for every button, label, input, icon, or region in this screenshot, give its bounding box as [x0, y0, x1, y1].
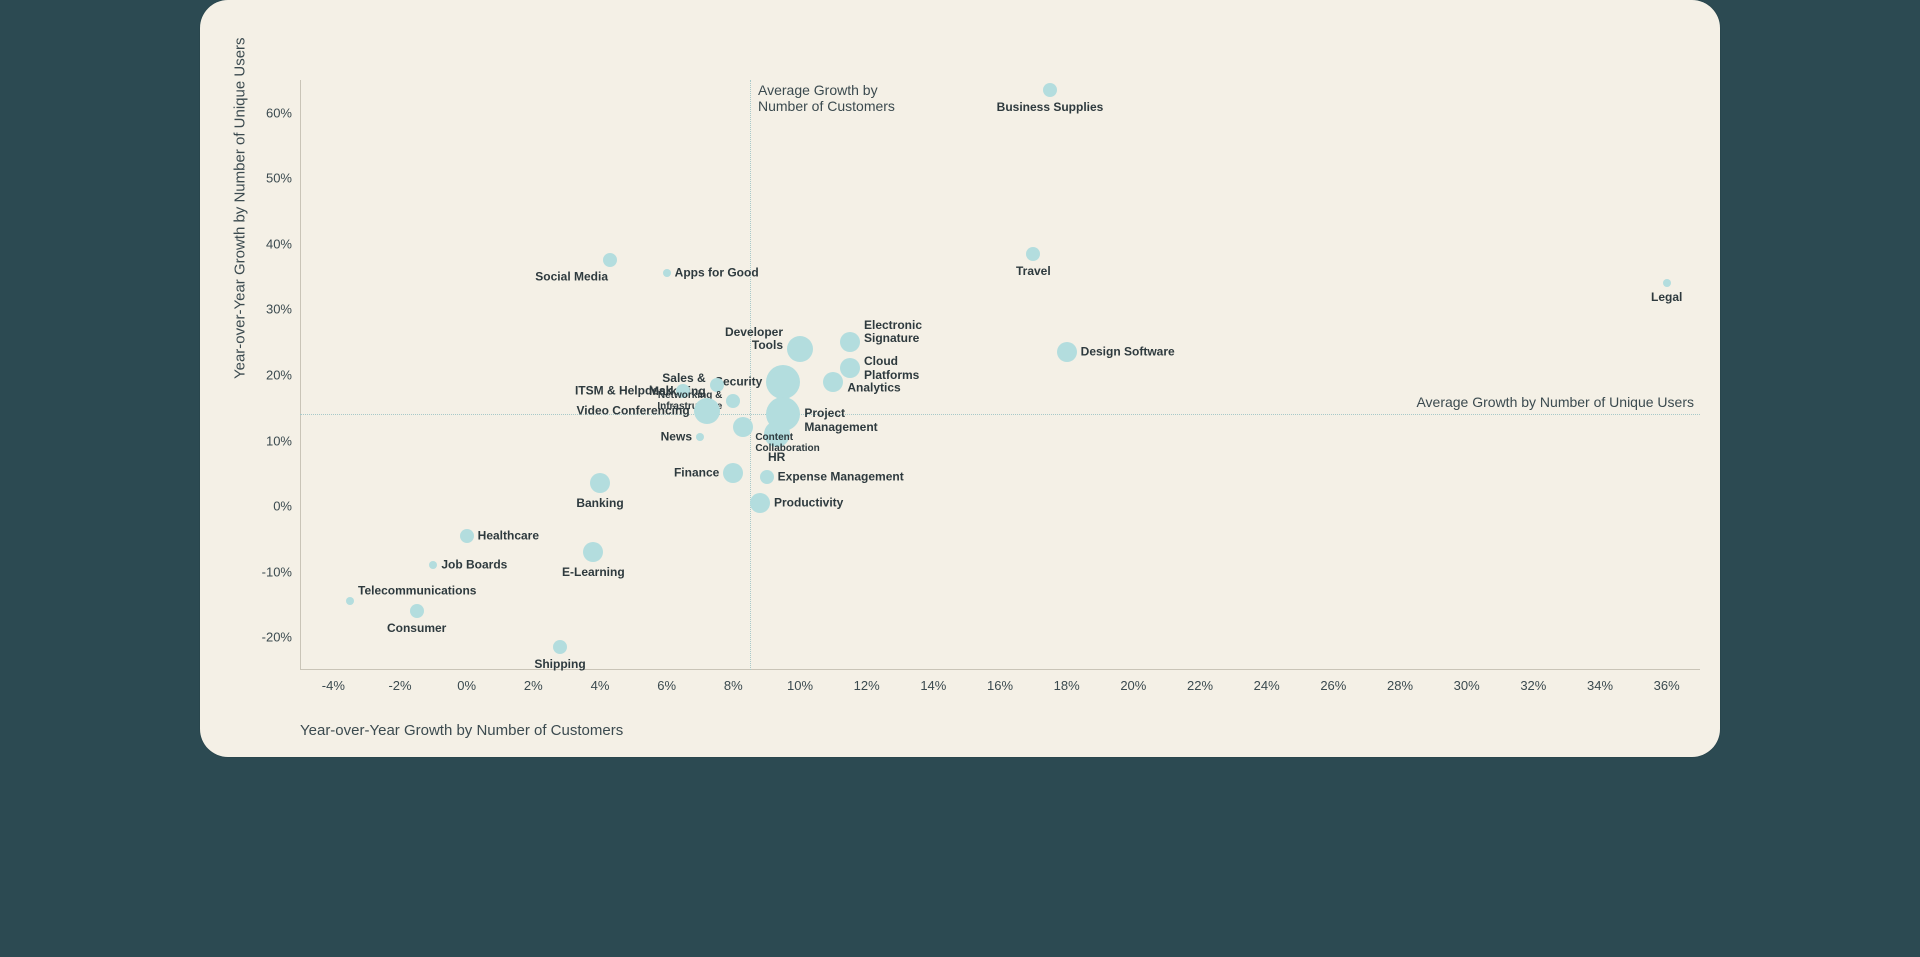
x-axis-title: Year-over-Year Growth by Number of Custo…	[300, 722, 623, 739]
bubble-label: CloudPlatforms	[864, 355, 919, 381]
bubble-label: DeveloperTools	[725, 326, 783, 352]
bubble-label: Shipping	[534, 658, 585, 671]
bubble-news[interactable]	[696, 433, 704, 441]
bubble-label: Design Software	[1081, 345, 1175, 358]
bubble-e-learning[interactable]	[583, 542, 603, 562]
x-tick-label: 0%	[457, 670, 476, 693]
bubble-design-software[interactable]	[1057, 342, 1077, 362]
bubble-banking[interactable]	[590, 473, 610, 493]
bubble-job-boards[interactable]	[429, 561, 437, 569]
y-tick-label: 20%	[266, 368, 300, 383]
bubble-productivity[interactable]	[750, 493, 770, 513]
bubble-label: ElectronicSignature	[864, 319, 922, 345]
x-tick-label: 32%	[1520, 670, 1546, 693]
bubble-label: Healthcare	[478, 529, 539, 542]
bubble-healthcare[interactable]	[460, 529, 474, 543]
x-tick-label: 14%	[920, 670, 946, 693]
bubble-expense-management[interactable]	[760, 470, 774, 484]
x-tick-label: 24%	[1254, 670, 1280, 693]
bubble-label: Banking	[576, 497, 623, 510]
bubble-apps-for-good[interactable]	[663, 269, 671, 277]
x-tick-label: -2%	[388, 670, 411, 693]
scatter-plot: -20%-10%0%10%20%30%40%50%60%-4%-2%0%2%4%…	[300, 80, 1700, 670]
y-tick-label: 0%	[273, 499, 300, 514]
x-tick-label: 30%	[1454, 670, 1480, 693]
bubble-shipping[interactable]	[553, 640, 567, 654]
bubble-social-media[interactable]	[603, 253, 617, 267]
y-tick-label: 60%	[266, 105, 300, 120]
x-tick-label: 6%	[657, 670, 676, 693]
avg-users-ref-label: Average Growth by Number of Unique Users	[1416, 394, 1694, 410]
bubble-electronic-signature[interactable]	[840, 332, 860, 352]
bubble-label: Business Supplies	[997, 101, 1104, 114]
bubble-label: Analytics	[847, 381, 900, 394]
x-tick-label: 16%	[987, 670, 1013, 693]
bubble-telecommunications[interactable]	[346, 597, 354, 605]
bubble-label: Consumer	[387, 622, 446, 635]
bubble-label: ContentCollaboration	[755, 432, 819, 454]
y-tick-label: 40%	[266, 236, 300, 251]
x-tick-label: 20%	[1120, 670, 1146, 693]
avg-users-ref-line	[300, 414, 1700, 415]
x-tick-label: 2%	[524, 670, 543, 693]
y-tick-label: -10%	[262, 564, 300, 579]
bubble-analytics[interactable]	[823, 372, 843, 392]
bubble-consumer[interactable]	[410, 604, 424, 618]
bubble-label: Telecommunications	[358, 585, 476, 598]
y-axis-title: Year-over-Year Growth by Number of Uniqu…	[232, 37, 249, 379]
bubble-networking-infrastructure[interactable]	[726, 394, 740, 408]
bubble-label: Finance	[674, 467, 719, 480]
bubble-label: Travel	[1016, 265, 1051, 278]
bubble-video-conferencing[interactable]	[694, 398, 720, 424]
bubble-label: Social Media	[535, 271, 608, 284]
chart-card: Year-over-Year Growth by Number of Uniqu…	[200, 0, 1720, 757]
x-tick-label: 22%	[1187, 670, 1213, 693]
y-tick-label: -20%	[262, 630, 300, 645]
bubble-label: Legal	[1651, 291, 1682, 304]
bubble-finance[interactable]	[723, 463, 743, 483]
x-tick-label: 4%	[591, 670, 610, 693]
x-tick-label: 18%	[1054, 670, 1080, 693]
x-tick-label: 8%	[724, 670, 743, 693]
x-tick-label: 10%	[787, 670, 813, 693]
bubble-legal[interactable]	[1663, 279, 1671, 287]
bubble-business-supplies[interactable]	[1043, 83, 1057, 97]
y-tick-label: 30%	[266, 302, 300, 317]
bubble-label: Video Conferencing	[577, 404, 690, 417]
y-tick-label: 10%	[266, 433, 300, 448]
x-tick-label: 34%	[1587, 670, 1613, 693]
x-tick-label: -4%	[322, 670, 345, 693]
bubble-label: Apps for Good	[675, 267, 759, 280]
avg-customers-ref-label: Average Growth byNumber of Customers	[758, 82, 895, 114]
bubble-label: ProjectManagement	[804, 407, 877, 433]
bubble-travel[interactable]	[1026, 247, 1040, 261]
x-tick-label: 28%	[1387, 670, 1413, 693]
x-tick-label: 26%	[1320, 670, 1346, 693]
x-tick-label: 36%	[1654, 670, 1680, 693]
y-tick-label: 50%	[266, 171, 300, 186]
bubble-developer-tools[interactable]	[787, 336, 813, 362]
bubble-label: E-Learning	[562, 566, 625, 579]
x-tick-label: 12%	[854, 670, 880, 693]
bubble-label: News	[661, 431, 692, 444]
bubble-security[interactable]	[766, 365, 800, 399]
bubble-cloud-platforms[interactable]	[840, 358, 860, 378]
bubble-content-collaboration[interactable]	[733, 417, 753, 437]
bubble-label: Job Boards	[441, 559, 507, 572]
y-axis-line	[300, 80, 301, 670]
bubble-label: Expense Management	[778, 470, 904, 483]
bubble-label: Productivity	[774, 496, 843, 509]
